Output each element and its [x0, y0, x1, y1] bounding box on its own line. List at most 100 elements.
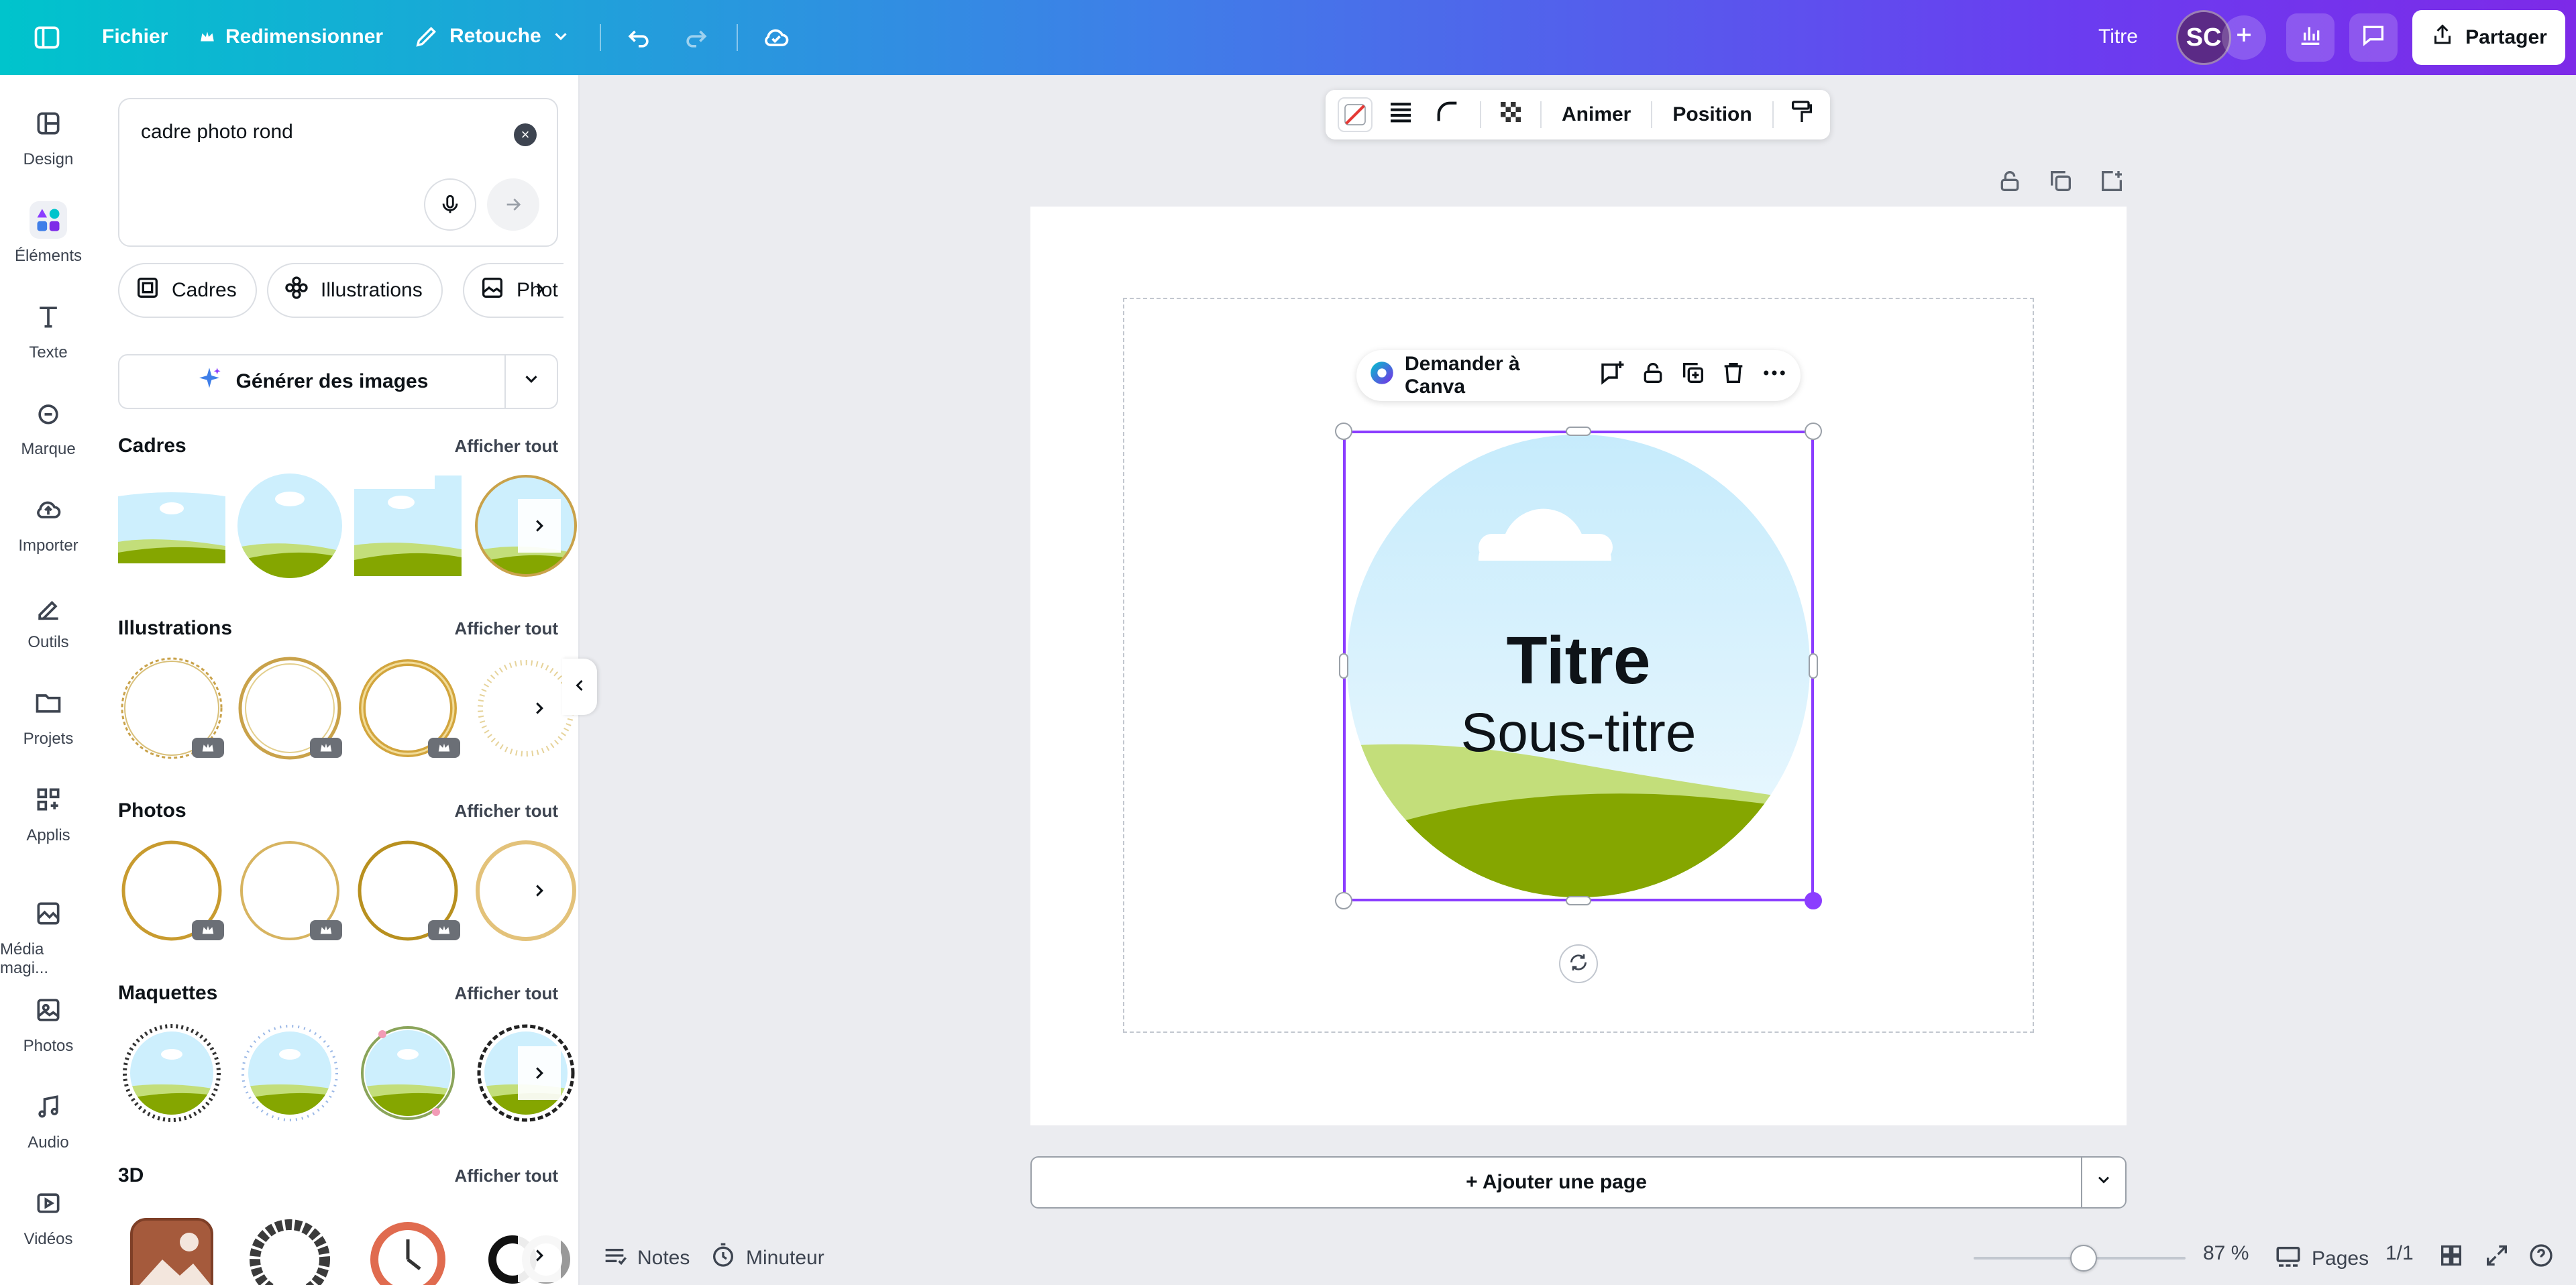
rail-item-upload[interactable]: Importer — [0, 491, 97, 555]
see-all-link[interactable]: Afficher tout — [454, 983, 558, 1004]
see-all-link[interactable]: Afficher tout — [454, 1166, 558, 1186]
collapse-panel-button[interactable] — [562, 659, 597, 715]
illustration-thumb[interactable] — [236, 655, 343, 762]
photo-thumb[interactable] — [236, 837, 343, 944]
add-page-dropdown[interactable] — [2082, 1170, 2125, 1194]
notes-icon — [601, 1242, 628, 1274]
resize-button[interactable]: Redimensionner — [199, 25, 383, 48]
rail-item-audio[interactable]: Audio — [0, 1088, 97, 1152]
search-box[interactable]: cadre photo rond × — [118, 98, 558, 247]
more-options-icon[interactable] — [1760, 359, 1788, 392]
chevron-right-icon[interactable] — [518, 499, 561, 553]
resize-handle-top-right[interactable] — [1805, 423, 1822, 440]
share-button[interactable]: Partager — [2412, 10, 2565, 65]
top-bar: Fichier Redimensionner Retouche Titre SC… — [0, 0, 2576, 75]
illustration-thumb[interactable] — [118, 655, 225, 762]
undo-icon[interactable] — [624, 23, 653, 52]
photo-thumb[interactable] — [118, 837, 225, 944]
insights-button[interactable] — [2286, 13, 2334, 62]
3d-thumb[interactable] — [118, 1206, 225, 1285]
rail-item-text[interactable]: Texte — [0, 298, 97, 362]
microphone-icon[interactable] — [424, 178, 476, 231]
document-title[interactable]: Titre — [2098, 25, 2138, 48]
add-collaborator-button[interactable] — [2222, 15, 2266, 60]
section-title: Cadres — [118, 435, 186, 457]
rail-item-apps[interactable]: Applis — [0, 781, 97, 845]
fullscreen-icon[interactable] — [2483, 1242, 2510, 1269]
rail-item-design[interactable]: Design — [0, 105, 97, 169]
chip-illustrations[interactable]: Illustrations — [267, 263, 443, 318]
redo-icon[interactable] — [682, 23, 711, 52]
3d-thumb[interactable] — [236, 1206, 343, 1285]
duplicate-icon[interactable] — [1680, 359, 1707, 392]
lock-icon[interactable] — [1996, 168, 2023, 198]
resize-handle-bottom-right[interactable] — [1805, 892, 1822, 909]
resize-handle-right[interactable] — [1809, 653, 1818, 679]
arrow-right-icon[interactable] — [487, 178, 539, 231]
animate-button[interactable]: Animer — [1562, 103, 1631, 126]
duplicate-page-icon[interactable] — [2047, 168, 2074, 198]
add-page-button[interactable]: + Ajouter une page — [1032, 1158, 2082, 1207]
lock-icon[interactable] — [1640, 359, 1666, 392]
toggle-sidebar-icon[interactable] — [32, 23, 62, 52]
rail-item-tools[interactable]: Outils — [0, 588, 97, 652]
retouch-menu[interactable]: Retouche — [413, 23, 571, 50]
see-all-link[interactable]: Afficher tout — [454, 436, 558, 457]
no-color-icon[interactable] — [1338, 97, 1373, 132]
rail-item-photos[interactable]: Photos — [0, 991, 97, 1056]
frame-thumb[interactable] — [118, 472, 225, 579]
pages-button[interactable]: Pages — [2274, 1242, 2369, 1276]
search-input[interactable]: cadre photo rond — [141, 121, 293, 144]
timer-button[interactable]: Minuteur — [710, 1242, 824, 1274]
transparency-icon[interactable] — [1497, 99, 1524, 131]
help-icon[interactable] — [2528, 1242, 2555, 1269]
resize-handle-top-left[interactable] — [1335, 423, 1352, 440]
resize-handle-bottom[interactable] — [1566, 896, 1591, 905]
ask-canva-button[interactable]: Demander à Canva — [1368, 353, 1585, 398]
chevron-right-icon[interactable] — [518, 1046, 561, 1100]
add-page-icon[interactable] — [2098, 168, 2125, 198]
photo-thumb[interactable] — [354, 837, 462, 944]
rail-item-magic-media[interactable]: Média magi... — [0, 895, 97, 978]
generate-options-dropdown[interactable] — [506, 369, 557, 394]
file-menu[interactable]: Fichier — [102, 25, 168, 48]
illustration-thumb[interactable] — [354, 655, 462, 762]
grid-view-icon[interactable] — [2438, 1242, 2465, 1269]
rotate-handle[interactable] — [1559, 944, 1598, 983]
generate-images-button[interactable]: Générer des images — [118, 354, 558, 409]
chip-frames[interactable]: Cadres — [118, 263, 257, 318]
mockup-thumb[interactable] — [118, 1019, 225, 1127]
zoom-level[interactable]: 87 % — [2203, 1242, 2249, 1265]
rail-item-projects[interactable]: Projets — [0, 684, 97, 748]
border-style-icon[interactable] — [1387, 99, 1414, 131]
resize-handle-left[interactable] — [1339, 653, 1348, 679]
3d-thumb[interactable] — [354, 1206, 462, 1285]
rail-item-brand[interactable]: Marque — [0, 394, 97, 459]
frame-thumb[interactable] — [354, 472, 462, 579]
add-comment-icon[interactable] — [1598, 359, 1626, 392]
chevron-right-icon[interactable] — [518, 864, 561, 917]
mockup-thumb[interactable] — [236, 1019, 343, 1127]
rail-item-videos[interactable]: Vidéos — [0, 1184, 97, 1249]
see-all-link[interactable]: Afficher tout — [454, 618, 558, 639]
comments-button[interactable] — [2349, 13, 2398, 62]
resize-handle-top[interactable] — [1566, 427, 1591, 436]
frame-thumb[interactable] — [236, 472, 343, 579]
chevron-right-icon[interactable] — [518, 681, 561, 735]
chips-scroll-right-icon[interactable] — [530, 279, 550, 302]
mockup-thumb[interactable] — [354, 1019, 462, 1127]
cloud-save-icon[interactable] — [761, 23, 792, 52]
resize-handle-bottom-left[interactable] — [1335, 892, 1352, 909]
clear-search-icon[interactable]: × — [514, 123, 537, 146]
position-button[interactable]: Position — [1672, 103, 1752, 126]
notes-button[interactable]: Notes — [601, 1242, 690, 1274]
rail-item-elements[interactable]: Éléments — [0, 201, 97, 266]
chevron-right-icon[interactable] — [518, 1229, 561, 1282]
rail-label: Audio — [28, 1133, 69, 1152]
see-all-link[interactable]: Afficher tout — [454, 801, 558, 822]
zoom-slider-handle[interactable] — [2070, 1245, 2098, 1272]
corner-rounding-icon[interactable] — [1434, 99, 1461, 131]
generate-images-main[interactable]: Générer des images — [119, 355, 506, 408]
paint-roller-icon[interactable] — [1788, 99, 1815, 131]
trash-icon[interactable] — [1720, 359, 1747, 392]
